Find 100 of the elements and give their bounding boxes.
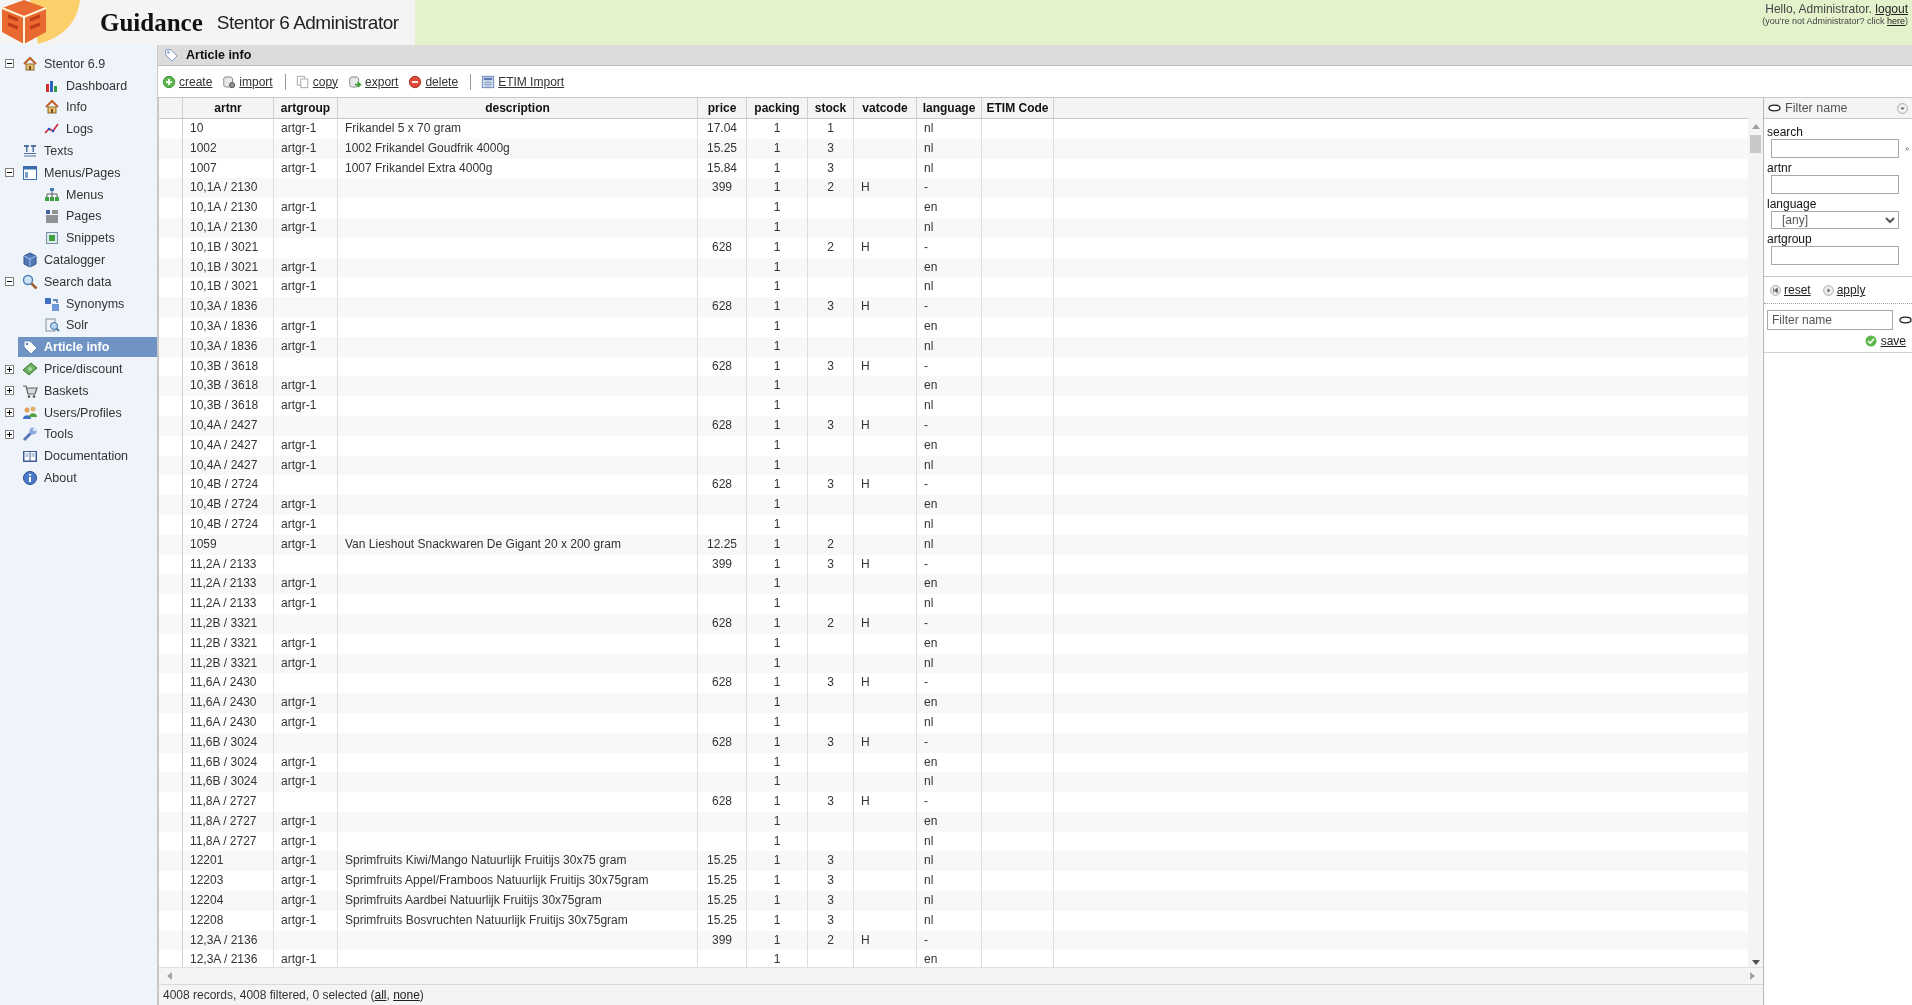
expand-toggle[interactable]	[4, 429, 14, 439]
table-cell: 12208	[190, 912, 224, 927]
collapse-toggle[interactable]	[4, 277, 14, 287]
scroll-left-icon[interactable]	[167, 972, 172, 980]
toolbar-link[interactable]: delete	[408, 74, 459, 89]
switch-user-link[interactable]: here	[1887, 16, 1905, 26]
calculator-icon	[481, 74, 496, 89]
table-cell: 2	[827, 615, 834, 630]
vertical-scrollbar[interactable]	[1748, 98, 1763, 967]
table-cell: artgr-1	[281, 318, 317, 333]
column-header[interactable]: language	[917, 98, 982, 118]
sidebar-item[interactable]: Info	[40, 97, 157, 118]
table-cell: H	[861, 794, 870, 809]
table-cell: 1	[773, 833, 781, 848]
table-cell: 2	[827, 932, 834, 947]
table-cell: Van Lieshout Snackwaren De Gigant 20 x 200 gram	[345, 536, 621, 551]
sidebar-item[interactable]: Menus	[40, 184, 157, 205]
column-header[interactable]: description	[338, 98, 698, 118]
table-cell: H	[861, 675, 870, 690]
column-header[interactable]: artgroup	[274, 98, 338, 118]
column-header[interactable]: artnr	[183, 98, 274, 118]
sidebar-item[interactable]: Tools	[18, 424, 157, 445]
house-icon	[44, 99, 60, 116]
table-cell: 3	[827, 556, 834, 571]
table-cell: 2	[827, 239, 834, 254]
table-cell: 3	[827, 912, 834, 927]
search-field[interactable]	[1771, 139, 1899, 158]
save-link[interactable]: save	[1858, 330, 1912, 348]
sidebar-item[interactable]: Catalogger	[18, 250, 157, 271]
scroll-thumb[interactable]	[1750, 135, 1761, 153]
expand-toggle[interactable]	[4, 364, 14, 374]
toolbar-link[interactable]: ETIM Import	[481, 74, 565, 89]
sidebar-item[interactable]: Synonyms	[40, 293, 157, 314]
sidebar-item[interactable]: Dashboard	[40, 75, 157, 96]
sidebar-item[interactable]: Texts	[18, 141, 157, 162]
sidebar-item[interactable]: Documentation	[18, 446, 157, 467]
horizontal-scrollbar[interactable]	[159, 967, 1763, 984]
sidebar-item[interactable]: Search data	[18, 271, 157, 292]
table-cell: 3	[827, 160, 834, 175]
expand-toggle[interactable]	[4, 408, 14, 418]
language-select[interactable]: [any]	[1771, 211, 1899, 229]
table-cell: 1	[773, 754, 781, 769]
column-header[interactable]: packing	[747, 98, 808, 118]
toolbar-link[interactable]: create	[162, 74, 213, 89]
collapse-toggle[interactable]	[4, 168, 14, 178]
table-cell: 3	[827, 675, 834, 690]
table-cell: 10,3B / 3618	[190, 358, 259, 373]
column-header[interactable]: vatcode	[854, 98, 917, 118]
sidebar-item[interactable]: Solr	[40, 315, 157, 336]
sidebar-item[interactable]: Logs	[40, 119, 157, 140]
minus-circle-icon	[408, 74, 423, 89]
table-cell: 399	[712, 932, 732, 947]
select-none-link[interactable]: none	[393, 988, 420, 1002]
collapse-toggle[interactable]	[4, 59, 14, 69]
status-bar-text: 4008 records, 4008 filtered, 0 selected (all, none)	[159, 984, 1763, 1005]
sidebar-item[interactable]: Menus/Pages	[18, 162, 157, 183]
column-header[interactable]: price	[698, 98, 747, 118]
sidebar-item[interactable]: Pages	[40, 206, 157, 227]
sidebar-item[interactable]: Snippets	[40, 228, 157, 249]
table-cell: artgr-1	[281, 497, 317, 512]
filter-header[interactable]: Filter name	[1764, 98, 1912, 119]
sidebar-item[interactable]: Baskets	[18, 380, 157, 401]
table-cell: 628	[712, 615, 732, 630]
table-cell: 15.25	[707, 893, 737, 908]
filter-name-field[interactable]: Filter name	[1767, 310, 1893, 330]
table-cell: -	[924, 358, 928, 373]
filter-action-link[interactable]: reset	[1770, 283, 1811, 297]
pages-icon	[295, 74, 310, 89]
filter-action-link[interactable]: apply	[1822, 283, 1866, 297]
scroll-down-icon[interactable]	[1751, 960, 1760, 965]
table-cell: 628	[712, 477, 732, 492]
table-cell: 3	[827, 893, 834, 908]
scroll-up-icon[interactable]	[1751, 124, 1760, 129]
toolbar-link[interactable]: import	[222, 74, 273, 89]
table-cell: H	[861, 615, 870, 630]
table-cell: nl	[924, 873, 934, 888]
table-cell: H	[861, 734, 870, 749]
table-cell: artgr-1	[281, 952, 317, 967]
table-cell: 1	[773, 556, 781, 571]
table-cell: nl	[924, 457, 934, 472]
scroll-right-icon[interactable]	[1750, 972, 1755, 980]
table-cell: H	[861, 358, 870, 373]
toolbar-link[interactable]: copy	[295, 74, 339, 89]
table-cell: 1	[773, 615, 781, 630]
toolbar-link[interactable]: export	[348, 74, 399, 89]
table-cell: 1	[773, 873, 781, 888]
column-header[interactable]: ETIM Code	[982, 98, 1054, 118]
input-field[interactable]	[1771, 246, 1899, 265]
table-cell: 1	[773, 635, 781, 650]
expand-toggle[interactable]	[4, 386, 14, 396]
logout-link[interactable]: logout	[1875, 2, 1908, 16]
input-field[interactable]	[1771, 175, 1899, 194]
sidebar-item[interactable]: Price/discount	[18, 359, 157, 380]
dropdown-circle-icon[interactable]	[1897, 102, 1908, 114]
table-cell: 1	[773, 714, 781, 729]
sidebar-item[interactable]: About	[18, 468, 157, 489]
field-label: search	[1767, 125, 1805, 139]
sidebar-item[interactable]: Users/Profiles	[18, 402, 157, 423]
sidebar-item[interactable]: Stentor 6.9	[18, 53, 157, 74]
column-header[interactable]: stock	[808, 98, 854, 118]
